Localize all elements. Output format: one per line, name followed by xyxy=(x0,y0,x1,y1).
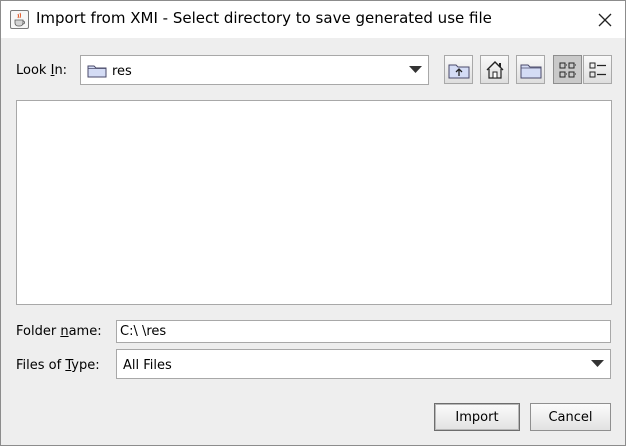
files-of-type-combo[interactable]: All Files xyxy=(116,349,611,379)
java-cup-icon xyxy=(10,10,29,29)
files-of-type-value: All Files xyxy=(123,358,172,373)
folder-name-input[interactable]: C:\ \res xyxy=(116,320,611,343)
file-list[interactable] xyxy=(16,100,612,305)
up-one-level-button[interactable] xyxy=(444,55,473,84)
folder-name-label: Folder name: xyxy=(16,324,102,339)
file-chooser-dialog: Import from XMI - Select directory to sa… xyxy=(0,0,626,446)
new-folder-button[interactable] xyxy=(516,55,545,84)
cancel-button[interactable]: Cancel xyxy=(530,403,611,431)
look-in-label: Look In: xyxy=(16,63,68,78)
list-view-button[interactable] xyxy=(553,55,582,84)
window-title: Import from XMI - Select directory to sa… xyxy=(36,9,492,27)
close-icon xyxy=(598,13,612,27)
new-folder-icon xyxy=(520,64,541,78)
chevron-down-icon xyxy=(591,350,604,378)
list-view-icon xyxy=(559,62,576,77)
look-in-value: res xyxy=(112,64,132,79)
import-button[interactable]: Import xyxy=(434,403,520,431)
home-button[interactable] xyxy=(480,55,509,84)
look-in-combo[interactable]: res xyxy=(80,55,429,85)
home-icon xyxy=(486,60,503,79)
files-of-type-label: Files of Type: xyxy=(16,358,100,373)
up-one-level-icon xyxy=(448,64,469,78)
chevron-down-icon xyxy=(409,56,422,84)
details-view-icon xyxy=(589,62,606,77)
folder-icon xyxy=(87,63,107,82)
title-bar: Import from XMI - Select directory to sa… xyxy=(1,1,625,38)
close-button[interactable] xyxy=(585,5,625,35)
details-view-button[interactable] xyxy=(583,55,612,84)
